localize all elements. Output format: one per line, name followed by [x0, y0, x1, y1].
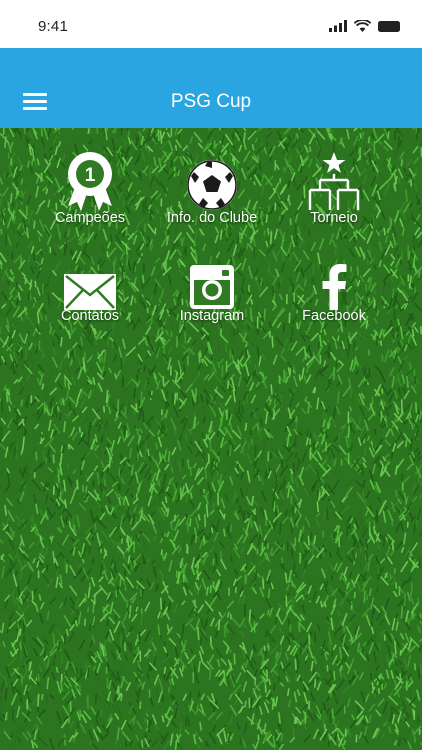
- tile-label: Campeões: [54, 210, 126, 226]
- award-ribbon-icon: 1: [30, 150, 150, 212]
- tile-campeoes[interactable]: 1 Campeões: [30, 150, 150, 240]
- tile-info-clube[interactable]: Info. do Clube: [152, 150, 272, 240]
- tile-instagram[interactable]: Instagram: [152, 248, 272, 338]
- instagram-icon: [152, 248, 272, 310]
- signal-icon: [329, 20, 347, 32]
- battery-icon: [378, 20, 400, 32]
- tile-label: Instagram: [179, 308, 245, 324]
- tournament-bracket-icon: [274, 150, 394, 212]
- app-bar: [0, 48, 422, 128]
- tile-label: Contatos: [60, 308, 120, 324]
- tile-facebook[interactable]: Facebook: [274, 248, 394, 338]
- facebook-icon: [274, 248, 394, 310]
- tile-label: Info. do Clube: [166, 210, 258, 226]
- status-time: 9:41: [38, 18, 68, 35]
- status-icons: [329, 18, 400, 34]
- envelope-icon: [30, 248, 150, 310]
- tile-label: Facebook: [302, 308, 366, 324]
- status-bar: 9:41: [0, 0, 422, 48]
- soccer-ball-icon: [152, 150, 272, 212]
- app-title: PSG Cup: [170, 91, 252, 112]
- award-badge-number: 1: [85, 165, 96, 186]
- tile-torneio[interactable]: Torneio: [274, 150, 394, 240]
- tile-contatos[interactable]: Contatos: [30, 248, 150, 338]
- tile-label: Torneio: [310, 210, 358, 226]
- wifi-icon: [354, 20, 371, 32]
